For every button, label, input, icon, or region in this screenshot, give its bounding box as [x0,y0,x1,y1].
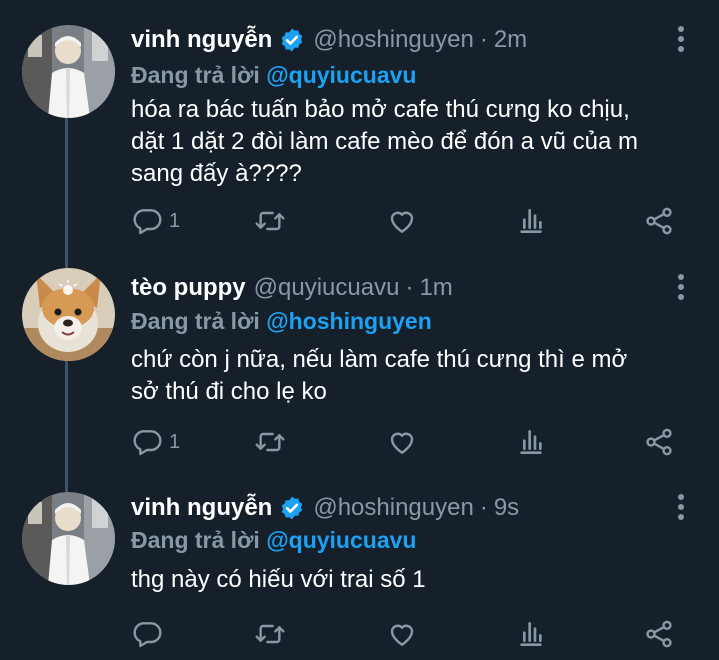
display-name[interactable]: vinh nguyễn [131,494,272,522]
retweet-icon [255,624,285,644]
tweet-3[interactable]: vinh nguyễn @hoshinguyen · 9s Đang trả l… [0,480,719,660]
timestamp[interactable]: 9s [494,494,519,522]
mention-link[interactable]: @quyiucuavu [266,62,416,88]
timestamp[interactable]: 1m [419,274,452,302]
separator-dot: · [405,274,414,301]
tweet-header: vinh nguyễn @hoshinguyen · 9s [131,492,519,524]
share-button[interactable] [643,424,675,460]
reply-button[interactable]: 1 [131,203,180,239]
like-icon [390,211,414,233]
reply-icon [133,209,162,235]
retweet-button[interactable] [254,203,286,239]
like-icon [390,624,414,646]
tweet-text: thg này có hiếu với trai số 1 [131,564,701,596]
tweet-1[interactable]: vinh nguyễn @hoshinguyen · 2m Đang trả l… [0,12,719,242]
avatar[interactable] [22,268,115,361]
share-icon [646,207,672,235]
reply-button[interactable]: 1 [131,424,180,460]
reply-count: 1 [169,430,181,453]
user-handle[interactable]: @hoshinguyen [313,26,473,54]
tweet-text-line: thg này có hiếu với trai số 1 [131,566,426,593]
share-icon [646,620,672,648]
tweet-text-line: dặt 1 dặt 2 đòi làm cafe mèo để đón a vũ… [131,128,638,155]
avatar[interactable] [22,25,115,118]
reply-prefix: Đang trả lời [131,62,260,88]
mention-link[interactable]: @hoshinguyen [266,308,432,334]
tweet-2[interactable]: tèo puppy @quyiucuavu · 1m Đang trả lời … [0,260,719,480]
reply-prefix: Đang trả lời [131,527,260,553]
share-icon [646,428,672,456]
analytics-icon [520,622,542,646]
avatar[interactable] [22,492,115,585]
tweet-text-line: sang đấy à???? [131,160,302,187]
verified-badge-icon [279,495,305,521]
replying-to: Đang trả lời @quyiucuavu [131,62,416,89]
reply-prefix: Đang trả lời [131,308,260,334]
reply-icon [133,622,162,648]
display-name[interactable]: vinh nguyễn [131,26,272,54]
tweet-text: hóa ra bác tuấn bảo mở cafe thú cưng ko … [131,94,701,190]
replying-to: Đang trả lời @hoshinguyen [131,308,432,335]
retweet-button[interactable] [254,616,286,652]
reply-icon [133,430,162,456]
analytics-button[interactable] [515,203,547,239]
verified-badge-icon [279,27,305,53]
analytics-button[interactable] [515,424,547,460]
more-options-icon[interactable] [677,274,685,302]
user-handle[interactable]: @hoshinguyen [313,494,473,522]
more-options-icon[interactable] [677,494,685,522]
analytics-icon [520,209,542,233]
like-button[interactable] [386,616,418,652]
tweet-text-line: sở thú đi cho lẹ ko [131,378,327,405]
tweet-text-line: hóa ra bác tuấn bảo mở cafe thú cưng ko … [131,96,630,123]
reply-button[interactable] [131,616,163,652]
tweet-header: vinh nguyễn @hoshinguyen · 2m [131,24,527,56]
action-bar: 1 [131,424,691,460]
more-options-icon[interactable] [677,26,685,54]
separator-dot: · [479,494,488,521]
mention-link[interactable]: @quyiucuavu [266,527,416,553]
retweet-button[interactable] [254,424,286,460]
action-bar: 1 [131,203,691,239]
action-bar [131,616,691,652]
like-button[interactable] [386,203,418,239]
replying-to: Đang trả lời @quyiucuavu [131,527,416,554]
timestamp[interactable]: 2m [494,26,527,54]
like-icon [390,432,414,454]
display-name[interactable]: tèo puppy [131,274,246,302]
tweet-text: chứ còn j nữa, nếu làm cafe thú cưng thì… [131,344,701,408]
analytics-icon [520,430,542,454]
like-button[interactable] [386,424,418,460]
reply-count: 1 [169,209,181,232]
tweet-header: tèo puppy @quyiucuavu · 1m [131,272,453,304]
analytics-button[interactable] [515,616,547,652]
retweet-icon [255,432,285,452]
share-button[interactable] [643,203,675,239]
share-button[interactable] [643,616,675,652]
user-handle[interactable]: @quyiucuavu [254,274,400,302]
tweet-text-line: chứ còn j nữa, nếu làm cafe thú cưng thì… [131,346,628,373]
retweet-icon [255,211,285,231]
separator-dot: · [479,26,488,53]
